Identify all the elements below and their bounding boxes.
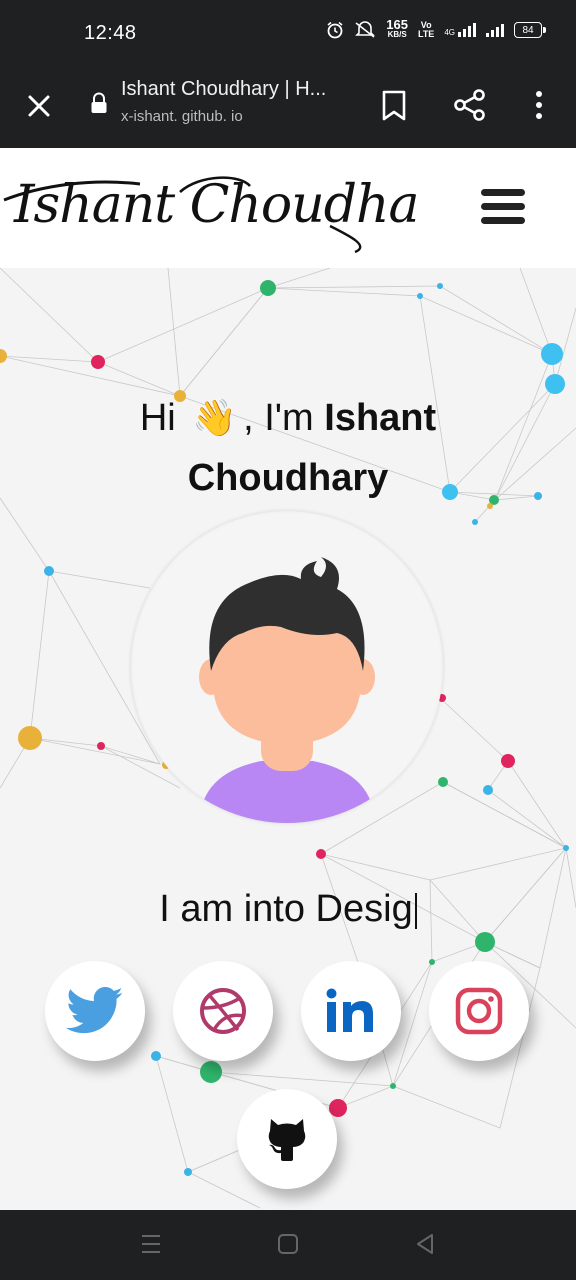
linkedin-icon (326, 988, 373, 1032)
share-button[interactable] (453, 88, 487, 122)
status-time: 12:48 (84, 22, 137, 44)
typed-text-value: I am into Desig (159, 888, 413, 930)
home-button[interactable] (277, 1232, 299, 1256)
network-type: 4G (444, 28, 455, 37)
close-tab-button[interactable] (22, 89, 56, 123)
avatar-illustration (199, 557, 375, 823)
instagram-link[interactable] (429, 961, 529, 1061)
dribbble-icon (200, 988, 246, 1034)
back-button[interactable] (414, 1232, 436, 1256)
greeting-first-name: Ishant (324, 397, 437, 439)
logo-text: Ishant Choudhary (13, 175, 420, 235)
speed-unit: KB/S (387, 30, 407, 39)
twitter-icon (66, 987, 123, 1034)
status-bar: 12:48 165 KB/S Vo LTE 4G 84 (0, 0, 576, 72)
mute-icon (355, 21, 376, 38)
typing-cursor (414, 892, 417, 929)
twitter-link[interactable] (45, 961, 145, 1061)
browser-toolbar: Ishant Choudhary | H... x-ishant. github… (0, 72, 576, 148)
instagram-icon (455, 987, 503, 1035)
menu-button[interactable] (481, 189, 525, 225)
greeting-last-name: Choudhary (187, 457, 389, 499)
signal-2-icon (486, 23, 504, 37)
dribbble-link[interactable] (173, 961, 273, 1061)
lock-icon (91, 92, 107, 113)
page-url[interactable]: x-ishant. github. io (121, 108, 243, 125)
alarm-icon (327, 21, 343, 39)
battery-icon: 84 (514, 22, 546, 38)
greeting-mid: , I'm (243, 397, 314, 439)
page-title[interactable]: Ishant Choudhary | H... (121, 78, 326, 101)
volte-indicator: Vo LTE (418, 21, 434, 39)
signal-1-icon: 4G (444, 23, 476, 37)
site-header: Ishant Choudhary (0, 148, 576, 268)
system-navigation-bar (0, 1210, 576, 1280)
status-icons: 165 KB/S Vo LTE 4G 84 (326, 17, 546, 40)
volte-bottom: LTE (417, 29, 435, 39)
more-options-button[interactable] (522, 88, 556, 122)
waving-hand-icon: 👋 (192, 397, 238, 438)
bookmark-button[interactable] (377, 88, 411, 122)
typed-text: I am into Desig (0, 888, 576, 931)
logo-signature[interactable]: Ishant Choudhary (0, 156, 420, 256)
github-icon (268, 1119, 306, 1161)
avatar (131, 511, 443, 823)
greeting-heading: Hi 👋, I'm Ishant Choudhary (0, 388, 576, 508)
network-speed: 165 KB/S (386, 17, 408, 40)
speed-value: 165 (386, 17, 408, 32)
hero-section: Hi 👋, I'm Ishant Choudhary I am into Des… (0, 268, 576, 1210)
github-link[interactable] (237, 1089, 337, 1189)
recent-apps-button[interactable] (140, 1232, 162, 1256)
linkedin-link[interactable] (301, 961, 401, 1061)
greeting-prefix: Hi (139, 397, 176, 439)
